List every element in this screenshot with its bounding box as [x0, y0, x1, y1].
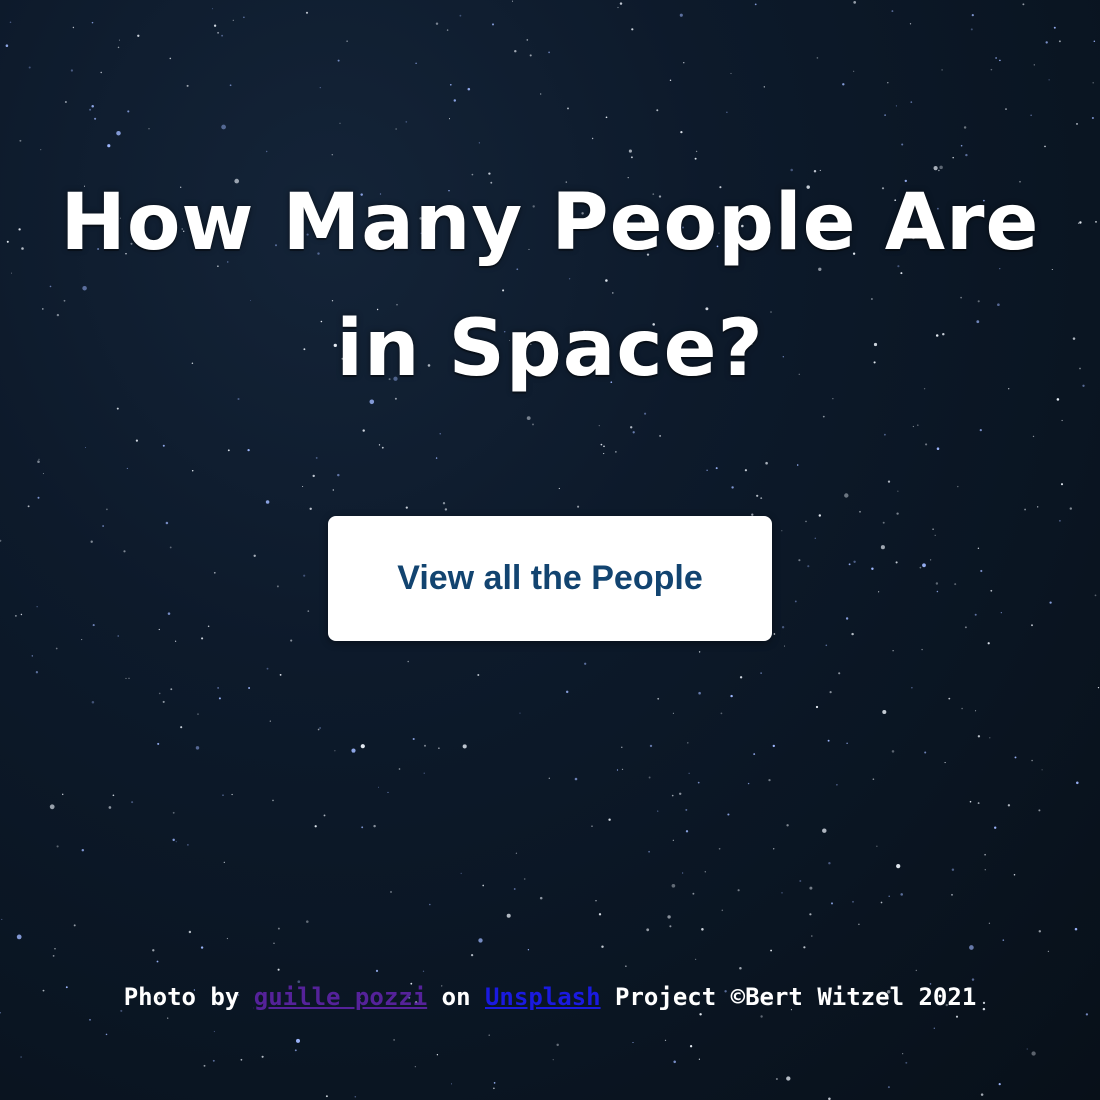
- page-title-line-1: How Many People Are: [60, 178, 1040, 268]
- photo-credit-footer: Photo by guille pozzi on Unsplash Projec…: [0, 977, 1100, 1017]
- credit-prefix: Photo by: [123, 983, 240, 1011]
- credit-middle: on: [441, 983, 471, 1011]
- project-copyright: Project ©Bert Witzel 2021: [615, 983, 977, 1011]
- page-title-line-2: in Space?: [336, 304, 764, 394]
- page-title: How Many People Are in Space?: [20, 160, 1080, 412]
- hero-section: How Many People Are in Space? View all t…: [0, 0, 1100, 1100]
- unsplash-link[interactable]: Unsplash: [485, 983, 601, 1011]
- view-all-people-button[interactable]: View all the People: [328, 516, 772, 641]
- photographer-link[interactable]: guille pozzi: [254, 983, 427, 1011]
